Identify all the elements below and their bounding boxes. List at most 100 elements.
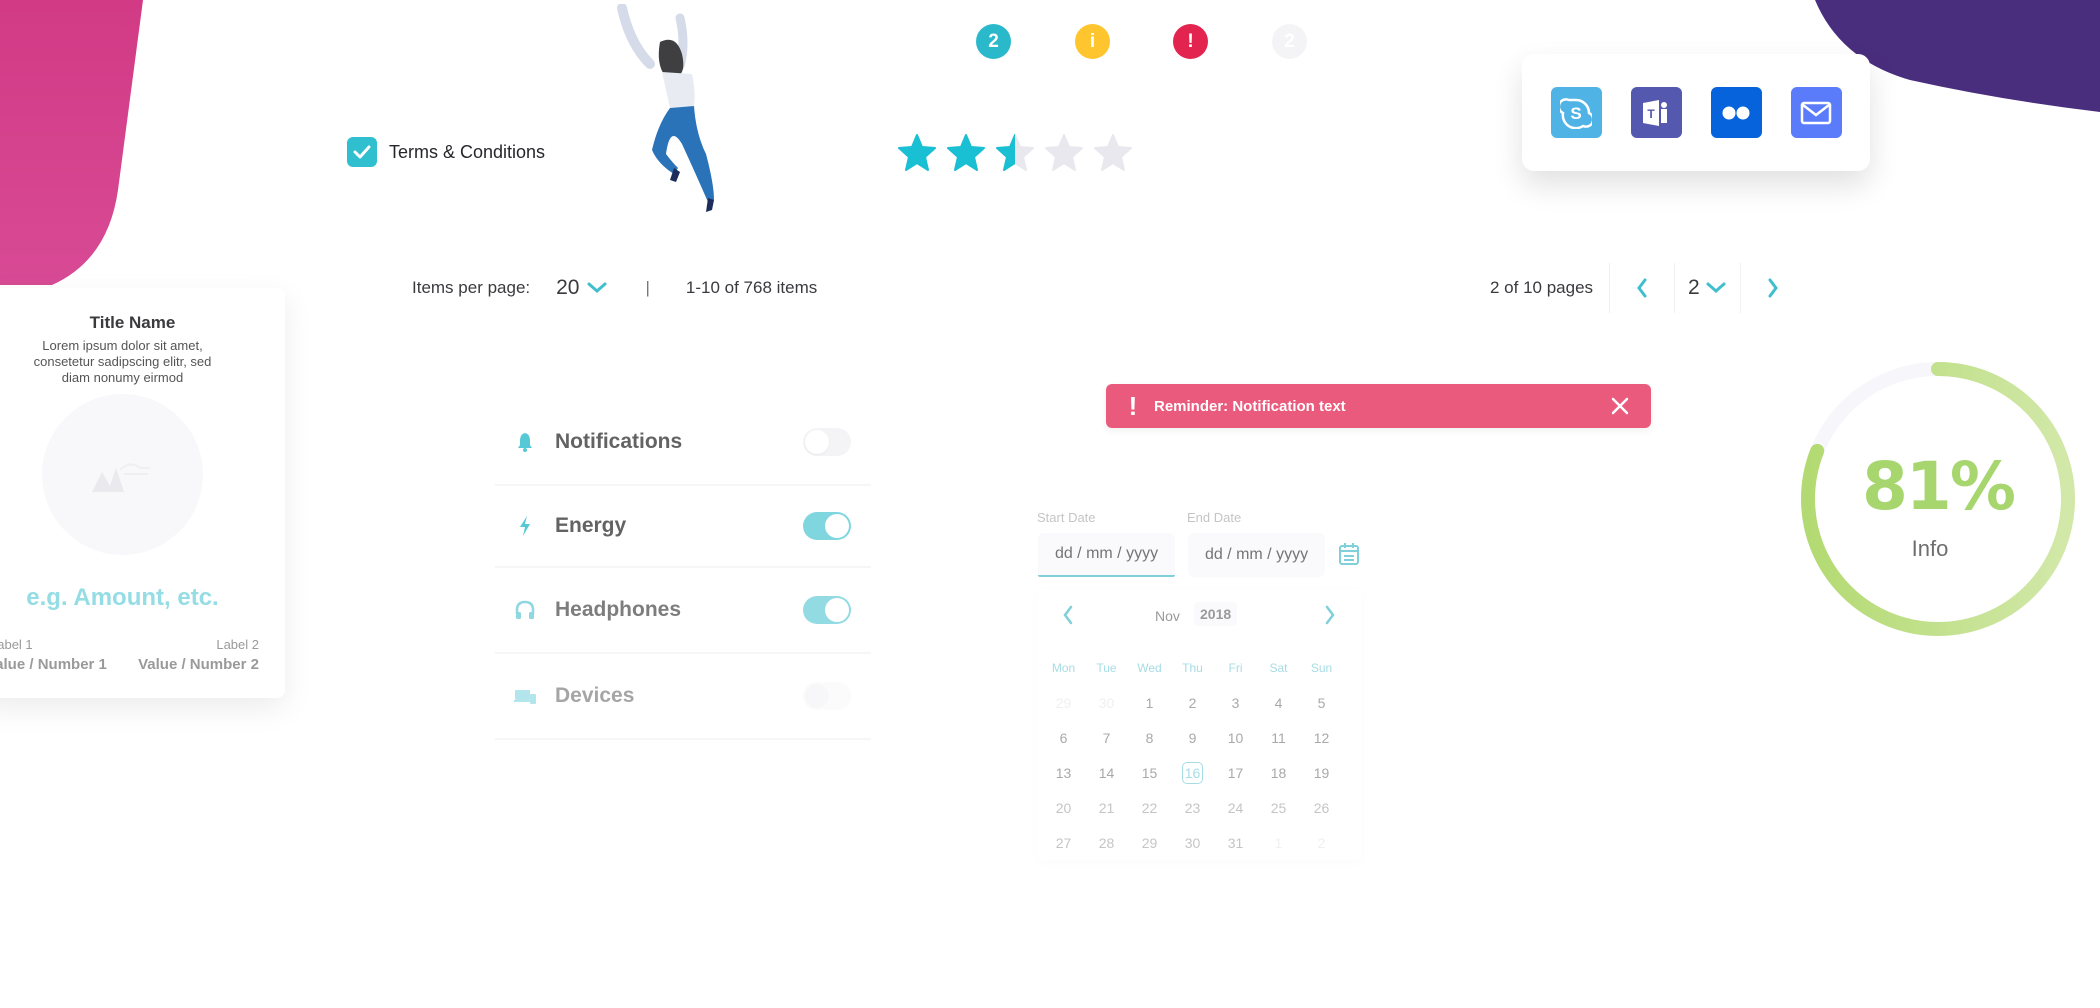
calendar-day[interactable]: 26 — [1300, 800, 1343, 816]
star-empty-icon[interactable] — [1093, 133, 1133, 173]
calendar-day[interactable]: 30 — [1085, 695, 1128, 711]
calendar-day-today[interactable]: 16 — [1171, 761, 1214, 784]
calendar-day[interactable]: 12 — [1300, 730, 1343, 746]
energy-toggle[interactable] — [803, 512, 851, 540]
chevron-left-icon[interactable] — [1062, 605, 1074, 625]
calendar-day[interactable]: 11 — [1257, 730, 1300, 746]
setting-label: Devices — [555, 684, 635, 707]
current-page[interactable]: 2 — [1688, 276, 1700, 300]
devices-toggle[interactable] — [803, 682, 851, 710]
chevron-down-icon[interactable] — [1706, 282, 1726, 294]
weekday-label: Tue — [1096, 660, 1117, 675]
calendar-day[interactable]: 1 — [1128, 695, 1171, 711]
calendar-day[interactable]: 27 — [1042, 835, 1085, 851]
card-label-2: Label 2 — [216, 637, 259, 652]
count-badge: 2 — [976, 24, 1011, 59]
weekday-label: Sat — [1269, 660, 1288, 675]
calendar-day[interactable]: 22 — [1128, 800, 1171, 816]
calendar-week: 6 7 8 9 10 11 12 — [1042, 720, 1347, 755]
calendar-day[interactable]: 3 — [1214, 695, 1257, 711]
disabled-badge: 2 — [1272, 24, 1307, 59]
calendar-day[interactable]: 8 — [1128, 730, 1171, 746]
teams-icon: T — [1643, 99, 1667, 126]
items-range: 1-10 of 768 items — [685, 278, 818, 297]
calendar-day[interactable]: 9 — [1171, 730, 1214, 746]
pagination-divider: | — [645, 278, 650, 297]
calendar-day[interactable]: 23 — [1171, 800, 1214, 816]
notification-text: Reminder: Notification text — [1154, 397, 1346, 415]
calendar-day[interactable]: 5 — [1300, 695, 1343, 711]
notifications-toggle[interactable] — [803, 428, 851, 456]
card-title: Title Name — [89, 313, 176, 332]
calendar-day[interactable]: 14 — [1085, 765, 1128, 781]
calendar-day[interactable]: 2 — [1300, 835, 1343, 851]
setting-label: Headphones — [555, 598, 682, 621]
email-button[interactable] — [1790, 87, 1842, 138]
calendar-day[interactable]: 25 — [1257, 800, 1300, 816]
chevron-right-icon[interactable] — [1767, 278, 1779, 298]
weekday-label: Sun — [1310, 660, 1333, 675]
calendar-icon[interactable] — [1338, 542, 1360, 566]
star-half-icon[interactable] — [995, 133, 1035, 173]
items-per-page-value[interactable]: 20 — [556, 276, 579, 300]
calendar-month[interactable]: Nov — [1155, 608, 1180, 624]
chevron-left-icon[interactable] — [1636, 278, 1648, 298]
teams-button[interactable]: T — [1630, 87, 1682, 138]
skype-button[interactable]: S — [1550, 87, 1602, 138]
calendar-day[interactable]: 13 — [1042, 765, 1085, 781]
calendar-day[interactable]: 4 — [1257, 695, 1300, 711]
dancing-person-illustration — [617, 4, 714, 212]
calendar-day[interactable]: 7 — [1085, 730, 1128, 746]
calendar-day[interactable]: 10 — [1214, 730, 1257, 746]
weekday-label: Fri — [1228, 660, 1243, 675]
star-filled-icon[interactable] — [946, 133, 986, 173]
calendar-day[interactable]: 19 — [1300, 765, 1343, 781]
chevron-down-icon[interactable] — [587, 282, 607, 294]
notification-bar: ! Reminder: Notification text — [1106, 384, 1651, 428]
setting-energy: Energy — [495, 486, 871, 568]
progress-ring: 81% Info — [1797, 358, 2079, 640]
star-filled-icon[interactable] — [897, 133, 937, 173]
terms-checkbox[interactable]: Terms & Conditions — [347, 137, 545, 167]
info-badge: i — [1075, 24, 1110, 59]
calendar-day[interactable]: 29 — [1042, 695, 1085, 711]
calendar-day[interactable]: 30 — [1171, 835, 1214, 851]
start-date-input[interactable] — [1038, 533, 1175, 577]
calendar-day[interactable]: 28 — [1085, 835, 1128, 851]
checkbox-checked-icon[interactable] — [347, 137, 377, 167]
setting-headphones: Headphones — [495, 568, 871, 654]
progress-label: Info — [1911, 536, 1949, 561]
close-icon[interactable] — [1611, 397, 1629, 415]
terms-label: Terms & Conditions — [389, 141, 546, 162]
star-empty-icon[interactable] — [1044, 133, 1084, 173]
calendar-day[interactable]: 2 — [1171, 695, 1214, 711]
headphones-toggle[interactable] — [803, 596, 851, 624]
devices-icon — [510, 687, 540, 705]
calendar-day[interactable]: 18 — [1257, 765, 1300, 781]
calendar-day[interactable]: 20 — [1042, 800, 1085, 816]
calendar-year[interactable]: 2018 — [1194, 602, 1238, 626]
calendar-day[interactable]: 21 — [1085, 800, 1128, 816]
calendar-day[interactable]: 31 — [1214, 835, 1257, 851]
calendar-day[interactable]: 17 — [1214, 765, 1257, 781]
calendar-day[interactable]: 1 — [1257, 835, 1300, 851]
calendar-day[interactable]: 24 — [1214, 800, 1257, 816]
calendar-popup: Nov 2018 Mon Tue Wed Thu Fri Sat Sun 29 30 1 2 3 4 5 6… — [1037, 590, 1362, 860]
chevron-right-icon[interactable] — [1324, 605, 1336, 625]
lightning-icon — [510, 516, 540, 536]
star-rating[interactable] — [897, 133, 1133, 173]
calendar-day[interactable]: 15 — [1128, 765, 1171, 781]
flickr-button[interactable] — [1710, 87, 1762, 138]
calendar-week: 27 28 29 30 31 1 2 — [1042, 825, 1347, 860]
weekday-label: Wed — [1137, 660, 1162, 675]
bell-icon — [510, 432, 540, 452]
calendar-day[interactable]: 29 — [1128, 835, 1171, 851]
pages-text: 2 of 10 pages — [1490, 278, 1594, 297]
image-placeholder-icon — [92, 463, 150, 492]
card-description: Lorem ipsum dolor sit amet, consetetur s… — [33, 338, 212, 385]
status-badges: 2 i ! 2 — [976, 24, 1307, 59]
svg-text:S: S — [1570, 104, 1581, 123]
calendar-grid: Mon Tue Wed Thu Fri Sat Sun 29 30 1 2 3 4 5 6 7 8 9 10 11 12… — [1042, 650, 1347, 860]
calendar-day[interactable]: 6 — [1042, 730, 1085, 746]
end-date-input[interactable] — [1188, 533, 1325, 577]
